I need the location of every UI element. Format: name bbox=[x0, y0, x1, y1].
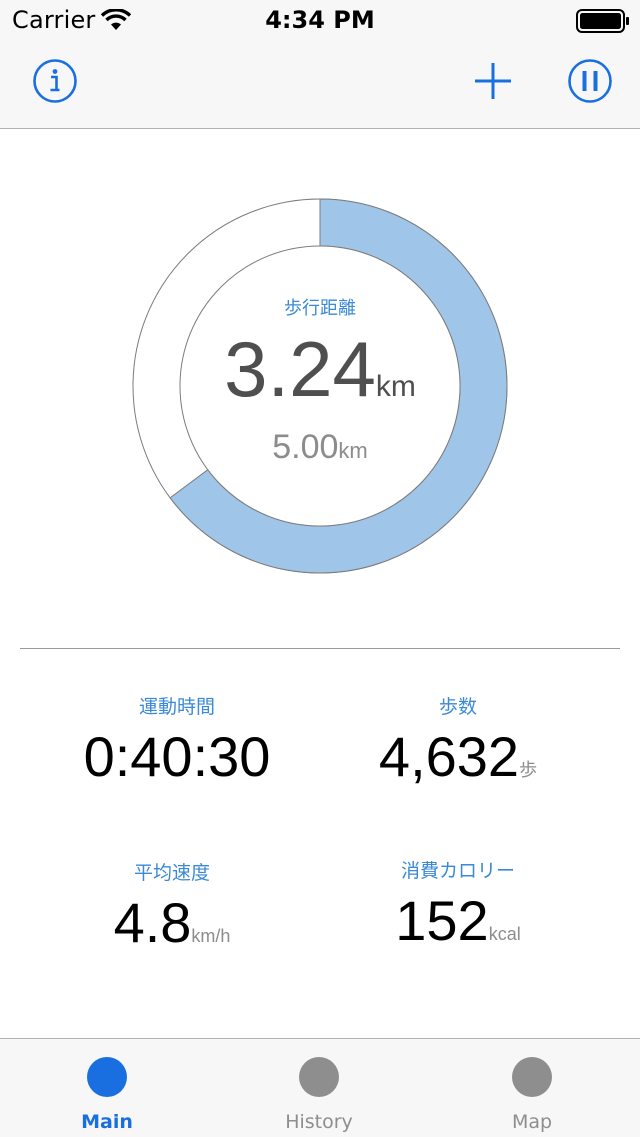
stat-exercise-time: 運動時間 0:40:30 bbox=[27, 694, 327, 789]
stat-value: 4.8km/h bbox=[22, 890, 322, 955]
stat-value: 4,632歩 bbox=[308, 724, 608, 789]
history-tab-icon bbox=[299, 1057, 339, 1097]
goal-unit: km bbox=[338, 438, 368, 463]
stat-unit: 歩 bbox=[519, 760, 538, 780]
pause-button[interactable] bbox=[567, 58, 613, 104]
tab-label: Map bbox=[511, 1111, 553, 1133]
distance-unit: km bbox=[375, 370, 416, 403]
status-time: 4:34 PM bbox=[265, 6, 375, 34]
add-button[interactable] bbox=[472, 60, 514, 102]
stat-value: 0:40:30 bbox=[27, 724, 327, 789]
info-button[interactable] bbox=[32, 58, 78, 104]
tab-bar: Main History Map bbox=[0, 1038, 640, 1137]
stat-label: 平均速度 bbox=[133, 862, 210, 884]
tab-map[interactable]: Map bbox=[462, 1039, 602, 1137]
status-bar: Carrier 4:34 PM bbox=[0, 0, 640, 40]
distance-goal: 5.00km bbox=[130, 428, 510, 467]
stat-calories: 消費カロリー 152kcal bbox=[308, 858, 608, 953]
stat-steps: 歩数 4,632歩 bbox=[308, 694, 608, 789]
stat-value: 152kcal bbox=[308, 888, 608, 953]
stat-number: 0:40:30 bbox=[83, 725, 271, 788]
stat-number: 152 bbox=[395, 889, 489, 952]
stat-label: 歩数 bbox=[438, 696, 477, 718]
goal-number: 5.00 bbox=[272, 428, 339, 466]
stat-label: 消費カロリー bbox=[400, 860, 515, 882]
tab-main[interactable]: Main bbox=[37, 1039, 177, 1137]
plus-icon bbox=[475, 63, 511, 99]
pause-circle-icon bbox=[568, 59, 612, 103]
stat-number: 4,632 bbox=[378, 725, 520, 788]
info-circle-icon bbox=[33, 59, 77, 103]
ring-readout: 歩行距離 3.24km 5.00km bbox=[130, 196, 510, 576]
stat-average-speed: 平均速度 4.8km/h bbox=[22, 860, 322, 955]
tab-history[interactable]: History bbox=[249, 1039, 389, 1137]
distance-label: 歩行距離 bbox=[284, 298, 356, 319]
distance-number: 3.24 bbox=[224, 325, 376, 413]
distance-value: 3.24km bbox=[130, 324, 510, 415]
map-tab-icon bbox=[512, 1057, 552, 1097]
stat-unit: km/h bbox=[191, 926, 231, 946]
battery-icon bbox=[576, 9, 629, 33]
stat-label: 運動時間 bbox=[138, 696, 215, 718]
main-tab-icon bbox=[87, 1057, 127, 1097]
navigation-bar bbox=[0, 40, 640, 129]
section-divider bbox=[20, 648, 620, 649]
tab-label: History bbox=[285, 1111, 353, 1133]
stat-number: 4.8 bbox=[113, 891, 192, 954]
stat-unit: kcal bbox=[488, 924, 521, 944]
tab-label: Main bbox=[81, 1111, 133, 1133]
